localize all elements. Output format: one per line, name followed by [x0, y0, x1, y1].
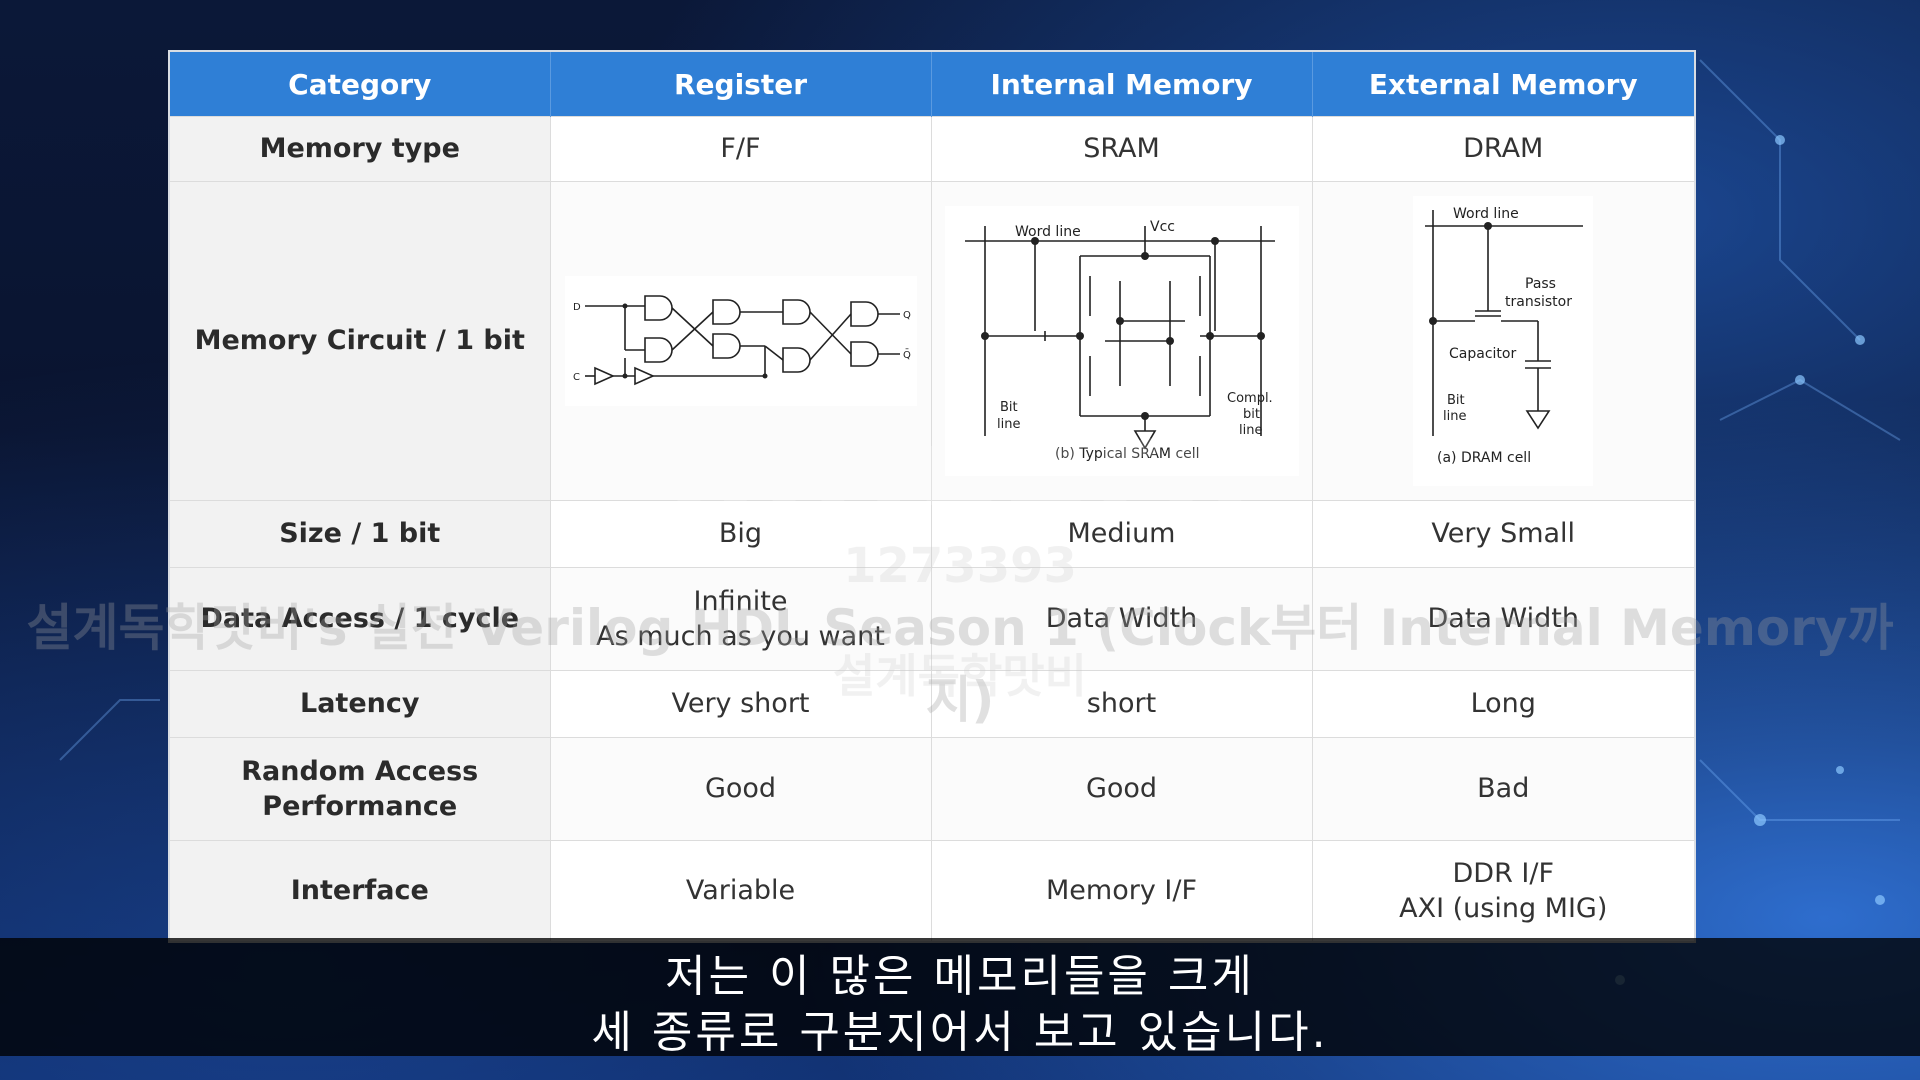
- register-circuit-cell: D C Q Q̄: [550, 181, 932, 501]
- external-interface-line1: DDR I/F: [1452, 857, 1554, 889]
- external-interface-line2: AXI (using MIG): [1399, 893, 1608, 924]
- label-random-access-line2: Performance: [262, 791, 458, 822]
- internal-circuit-cell: Word line Vcc Bit line Compl. bit line (…: [931, 181, 1313, 501]
- header-row: Category Register Internal Memory Extern…: [170, 52, 1694, 117]
- register-latency: Very short: [550, 670, 932, 738]
- register-size: Big: [550, 500, 932, 568]
- header-internal-memory: Internal Memory: [931, 52, 1313, 117]
- sram-compl-label-3: line: [1239, 423, 1262, 438]
- register-data-access: Infinite As much as you want: [550, 567, 932, 671]
- label-latency: Latency: [170, 670, 551, 738]
- sram-bit-line-label-2: line: [997, 417, 1020, 432]
- internal-data-access: Data Width: [931, 567, 1313, 671]
- label-interface: Interface: [170, 840, 551, 941]
- internal-interface: Memory I/F: [931, 840, 1313, 941]
- external-circuit-cell: Word line Pass transistor Capacitor Bit …: [1312, 181, 1694, 501]
- sram-word-line-label: Word line: [1015, 224, 1081, 240]
- row-data-access: Data Access / 1 cycle Infinite As much a…: [170, 567, 1694, 671]
- internal-random-access: Good: [931, 737, 1313, 841]
- register-data-access-line2: As much as you want: [596, 621, 885, 652]
- dram-bit-line-label-1: Bit: [1447, 393, 1465, 408]
- sram-caption: (b) Typical SRAM cell: [1055, 446, 1200, 462]
- memory-comparison-table: Category Register Internal Memory Extern…: [170, 52, 1694, 941]
- sram-compl-label-2: bit: [1243, 407, 1260, 422]
- external-latency: Long: [1312, 670, 1694, 738]
- subtitle-line-2: 세 종류로 구분지어서 보고 있습니다.: [591, 1007, 1329, 1058]
- register-random-access: Good: [550, 737, 932, 841]
- dram-pass-label-2: transistor: [1505, 294, 1572, 310]
- sram-cell-diagram: Word line Vcc Bit line Compl. bit line (…: [944, 206, 1299, 476]
- flipflop-circuit-diagram: D C Q Q̄: [564, 276, 917, 406]
- row-size: Size / 1 bit Big Medium Very Small: [170, 500, 1694, 568]
- external-random-access: Bad: [1312, 737, 1694, 841]
- header-category: Category: [170, 52, 551, 117]
- register-interface: Variable: [550, 840, 932, 941]
- dram-word-line-label: Word line: [1453, 206, 1519, 222]
- label-random-access-line1: Random Access: [241, 755, 479, 787]
- sram-compl-label-1: Compl.: [1227, 391, 1273, 406]
- row-latency: Latency Very short short Long: [170, 670, 1694, 738]
- label-memory-circuit: Memory Circuit / 1 bit: [170, 181, 551, 501]
- register-memory-type: F/F: [550, 116, 932, 182]
- external-size: Very Small: [1312, 500, 1694, 568]
- internal-latency: short: [931, 670, 1313, 738]
- sram-vcc-label: Vcc: [1150, 219, 1175, 235]
- flipflop-pin-q: Q: [903, 310, 911, 321]
- internal-size: Medium: [931, 500, 1313, 568]
- dram-cell-diagram: Word line Pass transistor Capacitor Bit …: [1413, 196, 1594, 486]
- dram-capacitor-label: Capacitor: [1449, 346, 1516, 362]
- header-external-memory: External Memory: [1312, 52, 1694, 117]
- label-data-access: Data Access / 1 cycle: [170, 567, 551, 671]
- external-data-access: Data Width: [1312, 567, 1694, 671]
- flipflop-pin-d: D: [573, 302, 581, 313]
- row-random-access: Random Access Performance Good Good Bad: [170, 737, 1694, 841]
- label-size: Size / 1 bit: [170, 500, 551, 568]
- subtitle-line-1: 저는 이 많은 메모리들을 크게: [665, 951, 1255, 1002]
- external-interface: DDR I/F AXI (using MIG): [1312, 840, 1694, 941]
- flipflop-pin-c: C: [573, 372, 580, 383]
- row-memory-circuit: Memory Circuit / 1 bit D C Q Q̄ Word lin…: [170, 181, 1694, 501]
- row-memory-type: Memory type F/F SRAM DRAM: [170, 116, 1694, 182]
- external-memory-type: DRAM: [1312, 116, 1694, 182]
- internal-memory-type: SRAM: [931, 116, 1313, 182]
- dram-bit-line-label-2: line: [1443, 409, 1466, 424]
- sram-bit-line-label-1: Bit: [1000, 400, 1018, 415]
- label-random-access: Random Access Performance: [170, 737, 551, 841]
- dram-pass-label-1: Pass: [1525, 276, 1556, 292]
- register-data-access-line1: Infinite: [693, 585, 788, 617]
- flipflop-pin-qbar: Q̄: [903, 349, 911, 362]
- header-register: Register: [550, 52, 932, 117]
- label-memory-type: Memory type: [170, 116, 551, 182]
- row-interface: Interface Variable Memory I/F DDR I/F AX…: [170, 840, 1694, 941]
- dram-caption: (a) DRAM cell: [1437, 450, 1531, 466]
